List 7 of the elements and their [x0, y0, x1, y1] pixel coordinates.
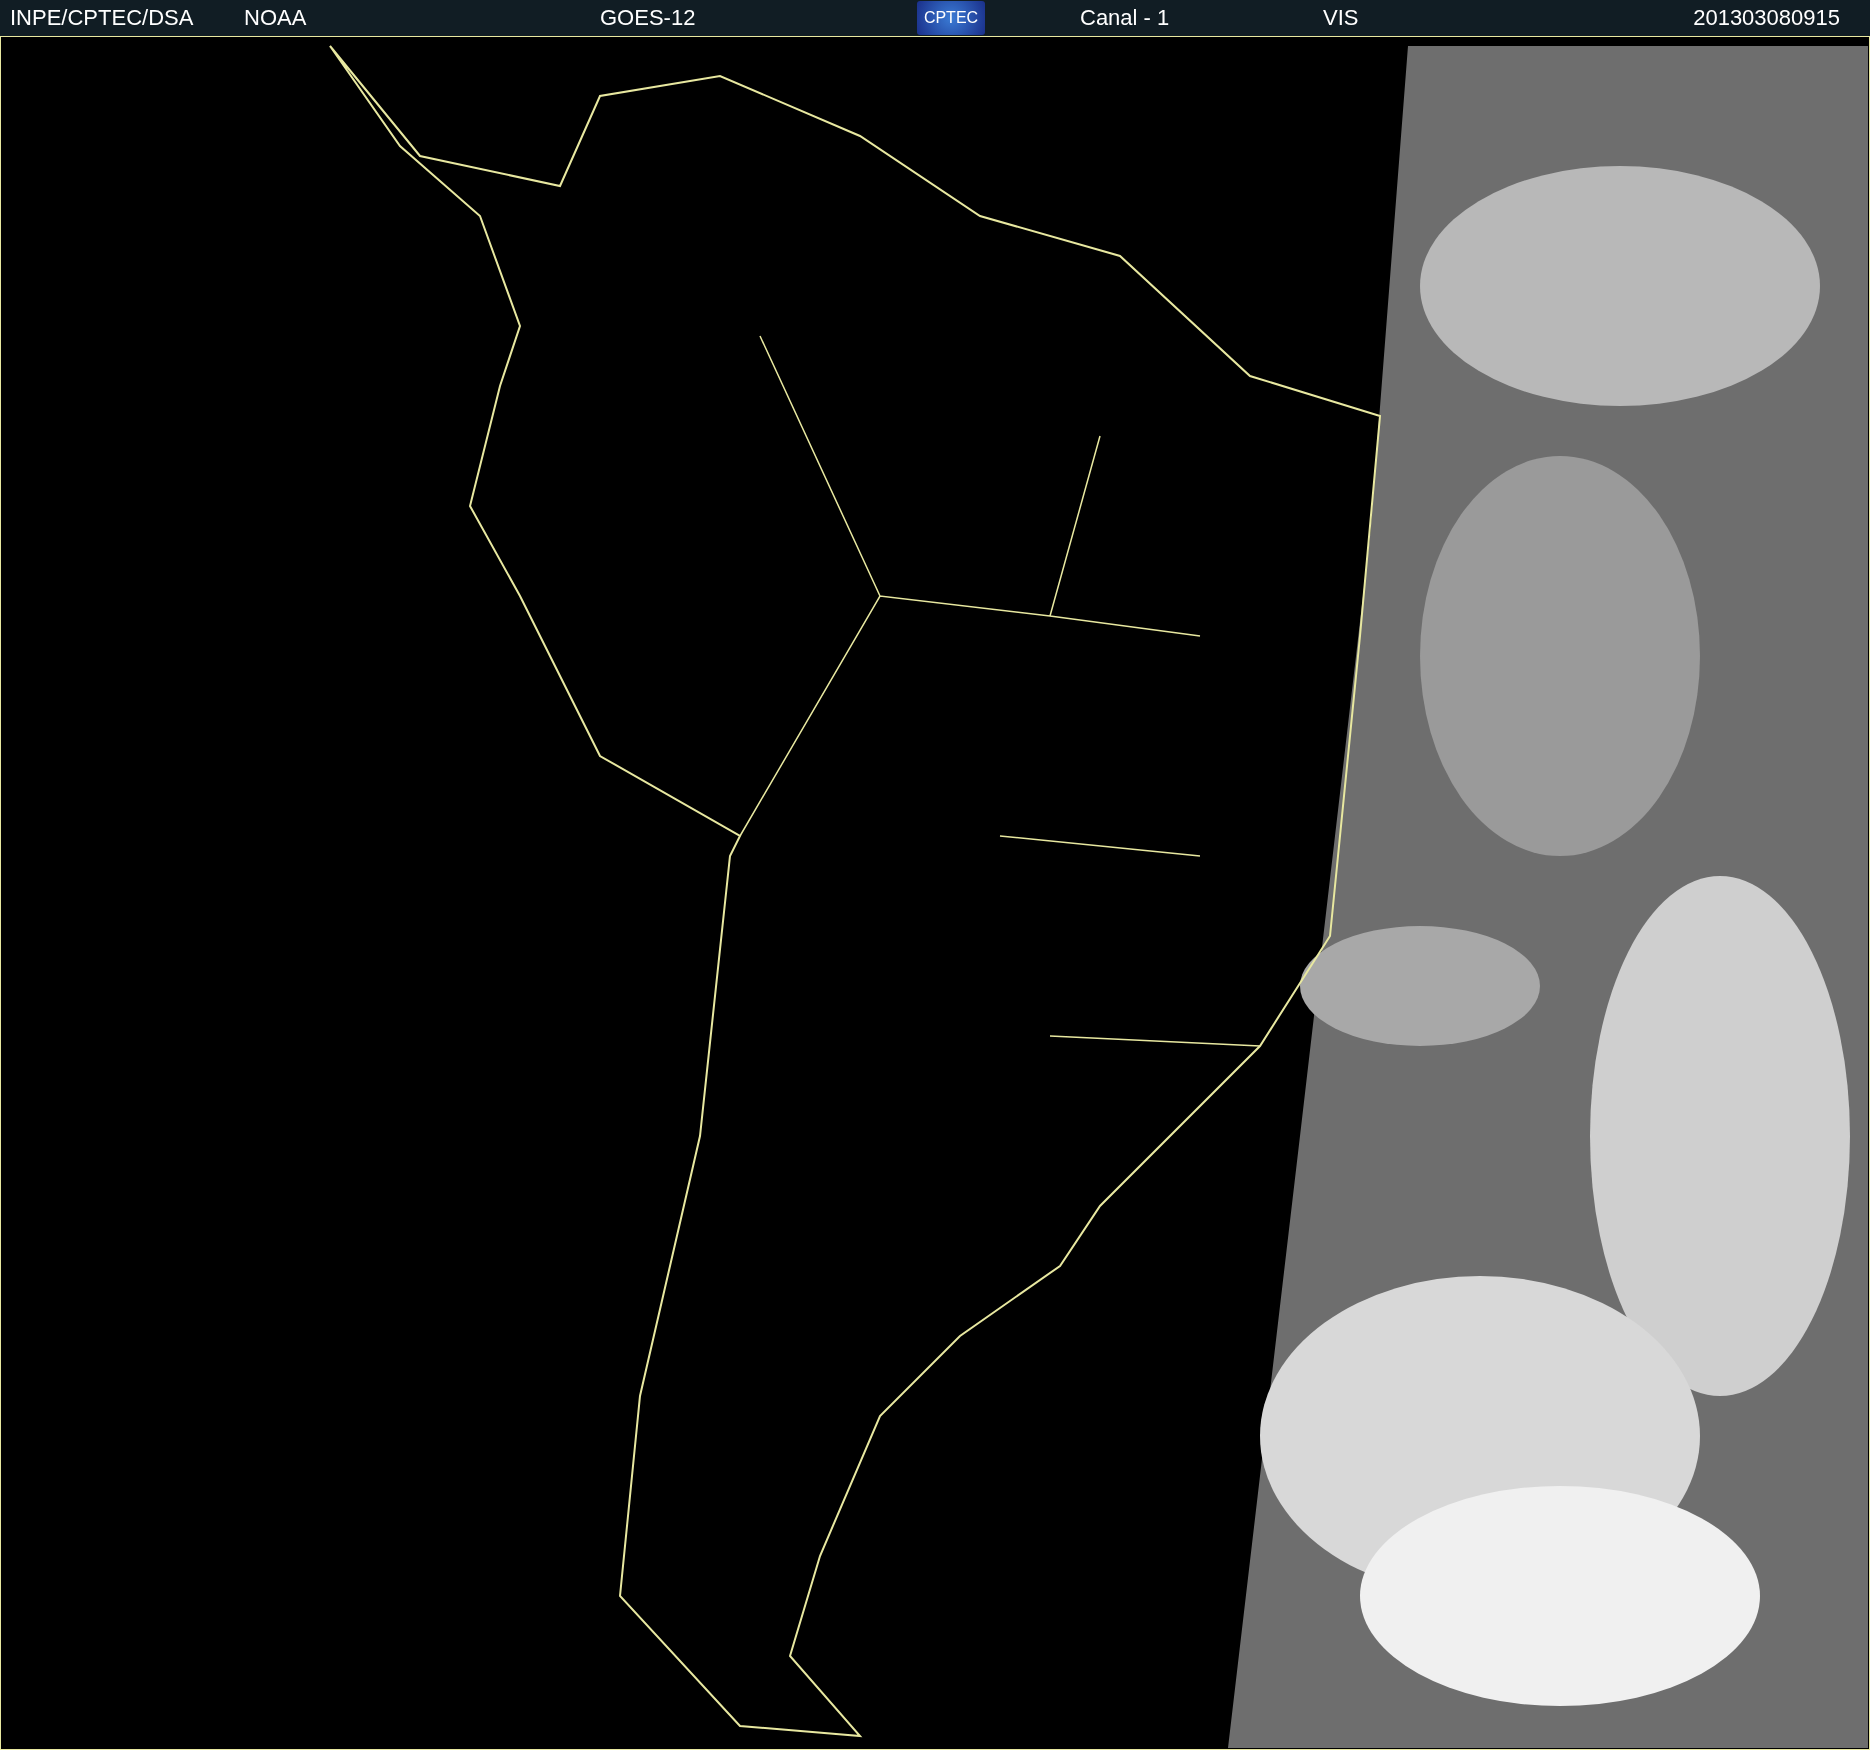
header-label: 201303080915 — [1693, 5, 1840, 31]
header-label: Canal - 1 — [1080, 5, 1170, 31]
logo: CPTEC — [917, 1, 985, 35]
header-label: VIS — [1323, 5, 1359, 31]
header-label: NOAA — [244, 5, 307, 31]
header-label: INPE/CPTEC/DSA — [10, 5, 194, 31]
header-label: GOES-12 — [600, 5, 696, 31]
